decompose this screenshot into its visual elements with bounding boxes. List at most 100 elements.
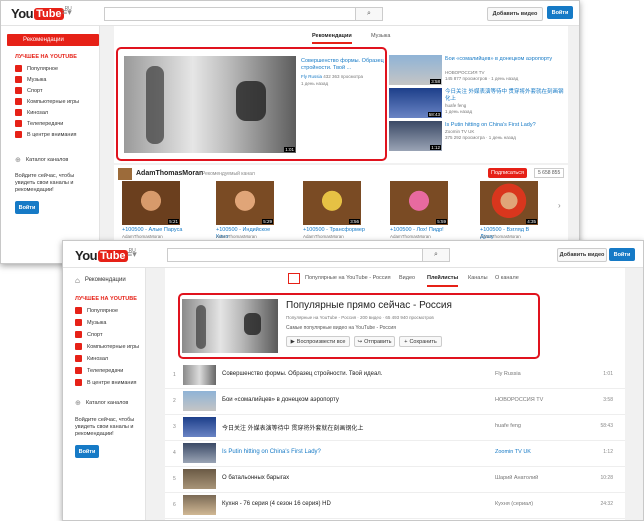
sidebar-item-tv[interactable]: Телепередачи [75, 366, 123, 375]
row-channel[interactable]: huafe feng [495, 423, 521, 429]
side-video-title[interactable]: Бои «сомалийцев» в донецком аэропорту [445, 56, 565, 63]
row-channel[interactable]: Кухня (сериал) [495, 501, 533, 507]
sidebar-signin-button[interactable]: Войти [15, 201, 39, 214]
row-thumbnail[interactable] [183, 417, 216, 437]
row-title[interactable]: Бои «сомалийцев» в донецком аэропорту [222, 397, 339, 403]
row-title[interactable]: 今日关注 外媒表演等待中 贯穿将外套就在刻画钢化上 [222, 423, 363, 432]
duration-badge: 5:59 [436, 219, 447, 224]
search-icon: ⌕ [434, 251, 438, 258]
tab-about[interactable]: О канале [495, 275, 519, 281]
popular-icon [75, 307, 82, 314]
subscribe-button[interactable]: Подписаться [488, 168, 527, 178]
sidebar-item-music[interactable]: Музыка [75, 318, 106, 327]
sidebar-item-music[interactable]: Музыка [15, 75, 46, 84]
channel-video-title[interactable]: +100500 - Алые Паруса [122, 227, 184, 234]
logo-you: You [11, 6, 34, 21]
sidebar-item-games[interactable]: Компьютерные игры [75, 342, 139, 351]
side-video-thumbnail[interactable]: 3:58 [389, 55, 442, 85]
playlist-row[interactable]: 2 Бои «сомалийцев» в донецком аэропорту … [165, 389, 625, 415]
playlist-row[interactable]: 1 Совершенство формы. Образец стройности… [165, 363, 625, 389]
sidebar-item-spotlight[interactable]: В центре внимания [75, 378, 137, 387]
plus-icon: ⊕ [15, 156, 21, 164]
side-video-title[interactable]: Is Putin hitting on China's First Lady? [445, 122, 565, 129]
side-video-meta: 145 877 просмотров · 1 день назад [445, 76, 519, 81]
masthead: You Tube RU ≡▾ ⌕ Добавить видео Войти [1, 1, 579, 26]
row-duration: 1:12 [603, 449, 613, 455]
shelf-next-arrow-icon[interactable]: › [558, 201, 561, 210]
sidebar-item-movies[interactable]: Кинозал [15, 108, 48, 117]
duration-badge: 1:12 [430, 145, 441, 150]
row-number: 6 [173, 502, 176, 508]
row-number: 2 [173, 398, 176, 404]
tab-channel-home[interactable]: Популярные на YouTube - Россия [305, 275, 391, 281]
sidebar-item-sport[interactable]: Спорт [15, 86, 42, 95]
channel-video-title[interactable]: +100500 - Лох! Пидр! [390, 227, 452, 234]
channel-name[interactable]: AdamThomasMoran [136, 170, 203, 177]
playlist-row[interactable]: 5 О батальонных барыгах Шарий Анатолий 1… [165, 467, 625, 493]
sidebar-item-spotlight[interactable]: В центре внимания [15, 130, 77, 139]
row-title[interactable]: Is Putin hitting on China's First Lady? [222, 449, 321, 455]
side-video-thumbnail[interactable]: 1:12 [389, 121, 442, 151]
guide-menu-icon[interactable]: ≡▾ [127, 249, 137, 260]
sidebar-item-catalog[interactable]: ⊕ Каталог каналов [15, 155, 68, 164]
row-channel[interactable]: Fly Russia [495, 371, 521, 377]
row-title[interactable]: Кухня - 76 серия (4 сезон 16 серия) HD [222, 501, 331, 507]
tv-icon [75, 367, 82, 374]
sidebar-item-sport[interactable]: Спорт [75, 330, 102, 339]
sidebar-item-popular[interactable]: Популярное [75, 306, 118, 315]
channel-video-thumbnail[interactable]: 4:35 [480, 181, 538, 225]
sidebar-item-games[interactable]: Компьютерные игры [15, 97, 79, 106]
sidebar-item-recommendations[interactable]: ⌂ Рекомендации [75, 274, 126, 286]
row-thumbnail[interactable] [183, 365, 216, 385]
sidebar-item-label: Каталог каналов [25, 156, 69, 163]
tab-recommended[interactable]: Рекомендации [312, 33, 352, 44]
search-icon: ⌕ [367, 10, 371, 17]
playlist-row[interactable]: 3 今日关注 外媒表演等待中 贯穿将外套就在刻画钢化上 huafe feng 5… [165, 415, 625, 441]
channel-video-thumbnail[interactable]: 5:59 [390, 181, 448, 225]
row-title[interactable]: О батальонных барыгах [222, 475, 289, 481]
popular-icon [15, 65, 22, 72]
side-video-title[interactable]: 今日关注 外媒表演等待中 贯穿将外套就在刻画钢化上 [445, 89, 565, 103]
sidebar-item-catalog[interactable]: ⊕ Каталог каналов [75, 398, 128, 407]
tab-music[interactable]: Музыка [371, 33, 390, 39]
upload-button[interactable]: Добавить видео [557, 248, 607, 262]
row-thumbnail[interactable] [183, 495, 216, 515]
search-button[interactable]: ⌕ [355, 7, 383, 21]
channel-avatar[interactable] [118, 168, 132, 180]
row-duration: 10:28 [600, 475, 613, 481]
tab-channels[interactable]: Каналы [468, 275, 488, 281]
tab-videos[interactable]: Видео [399, 275, 415, 281]
row-channel[interactable]: Шарий Анатолий [495, 475, 538, 481]
playlist-row[interactable]: 4 Is Putin hitting on China's First Lady… [165, 441, 625, 467]
row-channel[interactable]: НОВОРОССИЯ TV [495, 397, 543, 403]
row-thumbnail[interactable] [183, 391, 216, 411]
duration-badge: 58:43 [427, 112, 441, 117]
row-thumbnail[interactable] [183, 443, 216, 463]
sidebar-item-tv[interactable]: Телепередачи [15, 119, 63, 128]
search-button[interactable]: ⌕ [422, 248, 450, 262]
upload-button[interactable]: Добавить видео [487, 7, 543, 21]
channel-video-thumbnail[interactable]: 3:56 [303, 181, 361, 225]
signin-button[interactable]: Войти [547, 6, 573, 19]
duration-badge: 4:35 [526, 219, 537, 224]
playlist-row[interactable]: 6 Кухня - 76 серия (4 сезон 16 серия) HD… [165, 493, 625, 519]
row-title[interactable]: Совершенство формы. Образец стройности. … [222, 371, 382, 377]
sidebar-item-recommendations[interactable]: Рекомендации [7, 34, 99, 46]
subscribe-label: Подписаться [491, 170, 524, 176]
channel-video-title[interactable]: +100500 - Трансформер [303, 227, 365, 234]
row-channel[interactable]: Zoomin TV UK [495, 449, 531, 455]
search-input[interactable] [104, 7, 356, 21]
sidebar-item-popular[interactable]: Популярное [15, 64, 58, 73]
channel-video-thumbnail[interactable]: 5:21 [122, 181, 180, 225]
signin-button[interactable]: Войти [609, 248, 635, 261]
sidebar-item-movies[interactable]: Кинозал [75, 354, 108, 363]
channel-video-thumbnail[interactable]: 5:29 [216, 181, 274, 225]
search-input[interactable] [167, 248, 423, 262]
sidebar-item-label: Телепередачи [87, 367, 124, 374]
guide-menu-icon[interactable]: ≡▾ [62, 7, 72, 18]
row-thumbnail[interactable] [183, 469, 216, 489]
side-video-thumbnail[interactable]: 58:43 [389, 88, 442, 118]
tab-playlists[interactable]: Плейлисты [427, 275, 459, 287]
sidebar-signin-button[interactable]: Войти [75, 445, 99, 458]
games-icon [75, 343, 82, 350]
